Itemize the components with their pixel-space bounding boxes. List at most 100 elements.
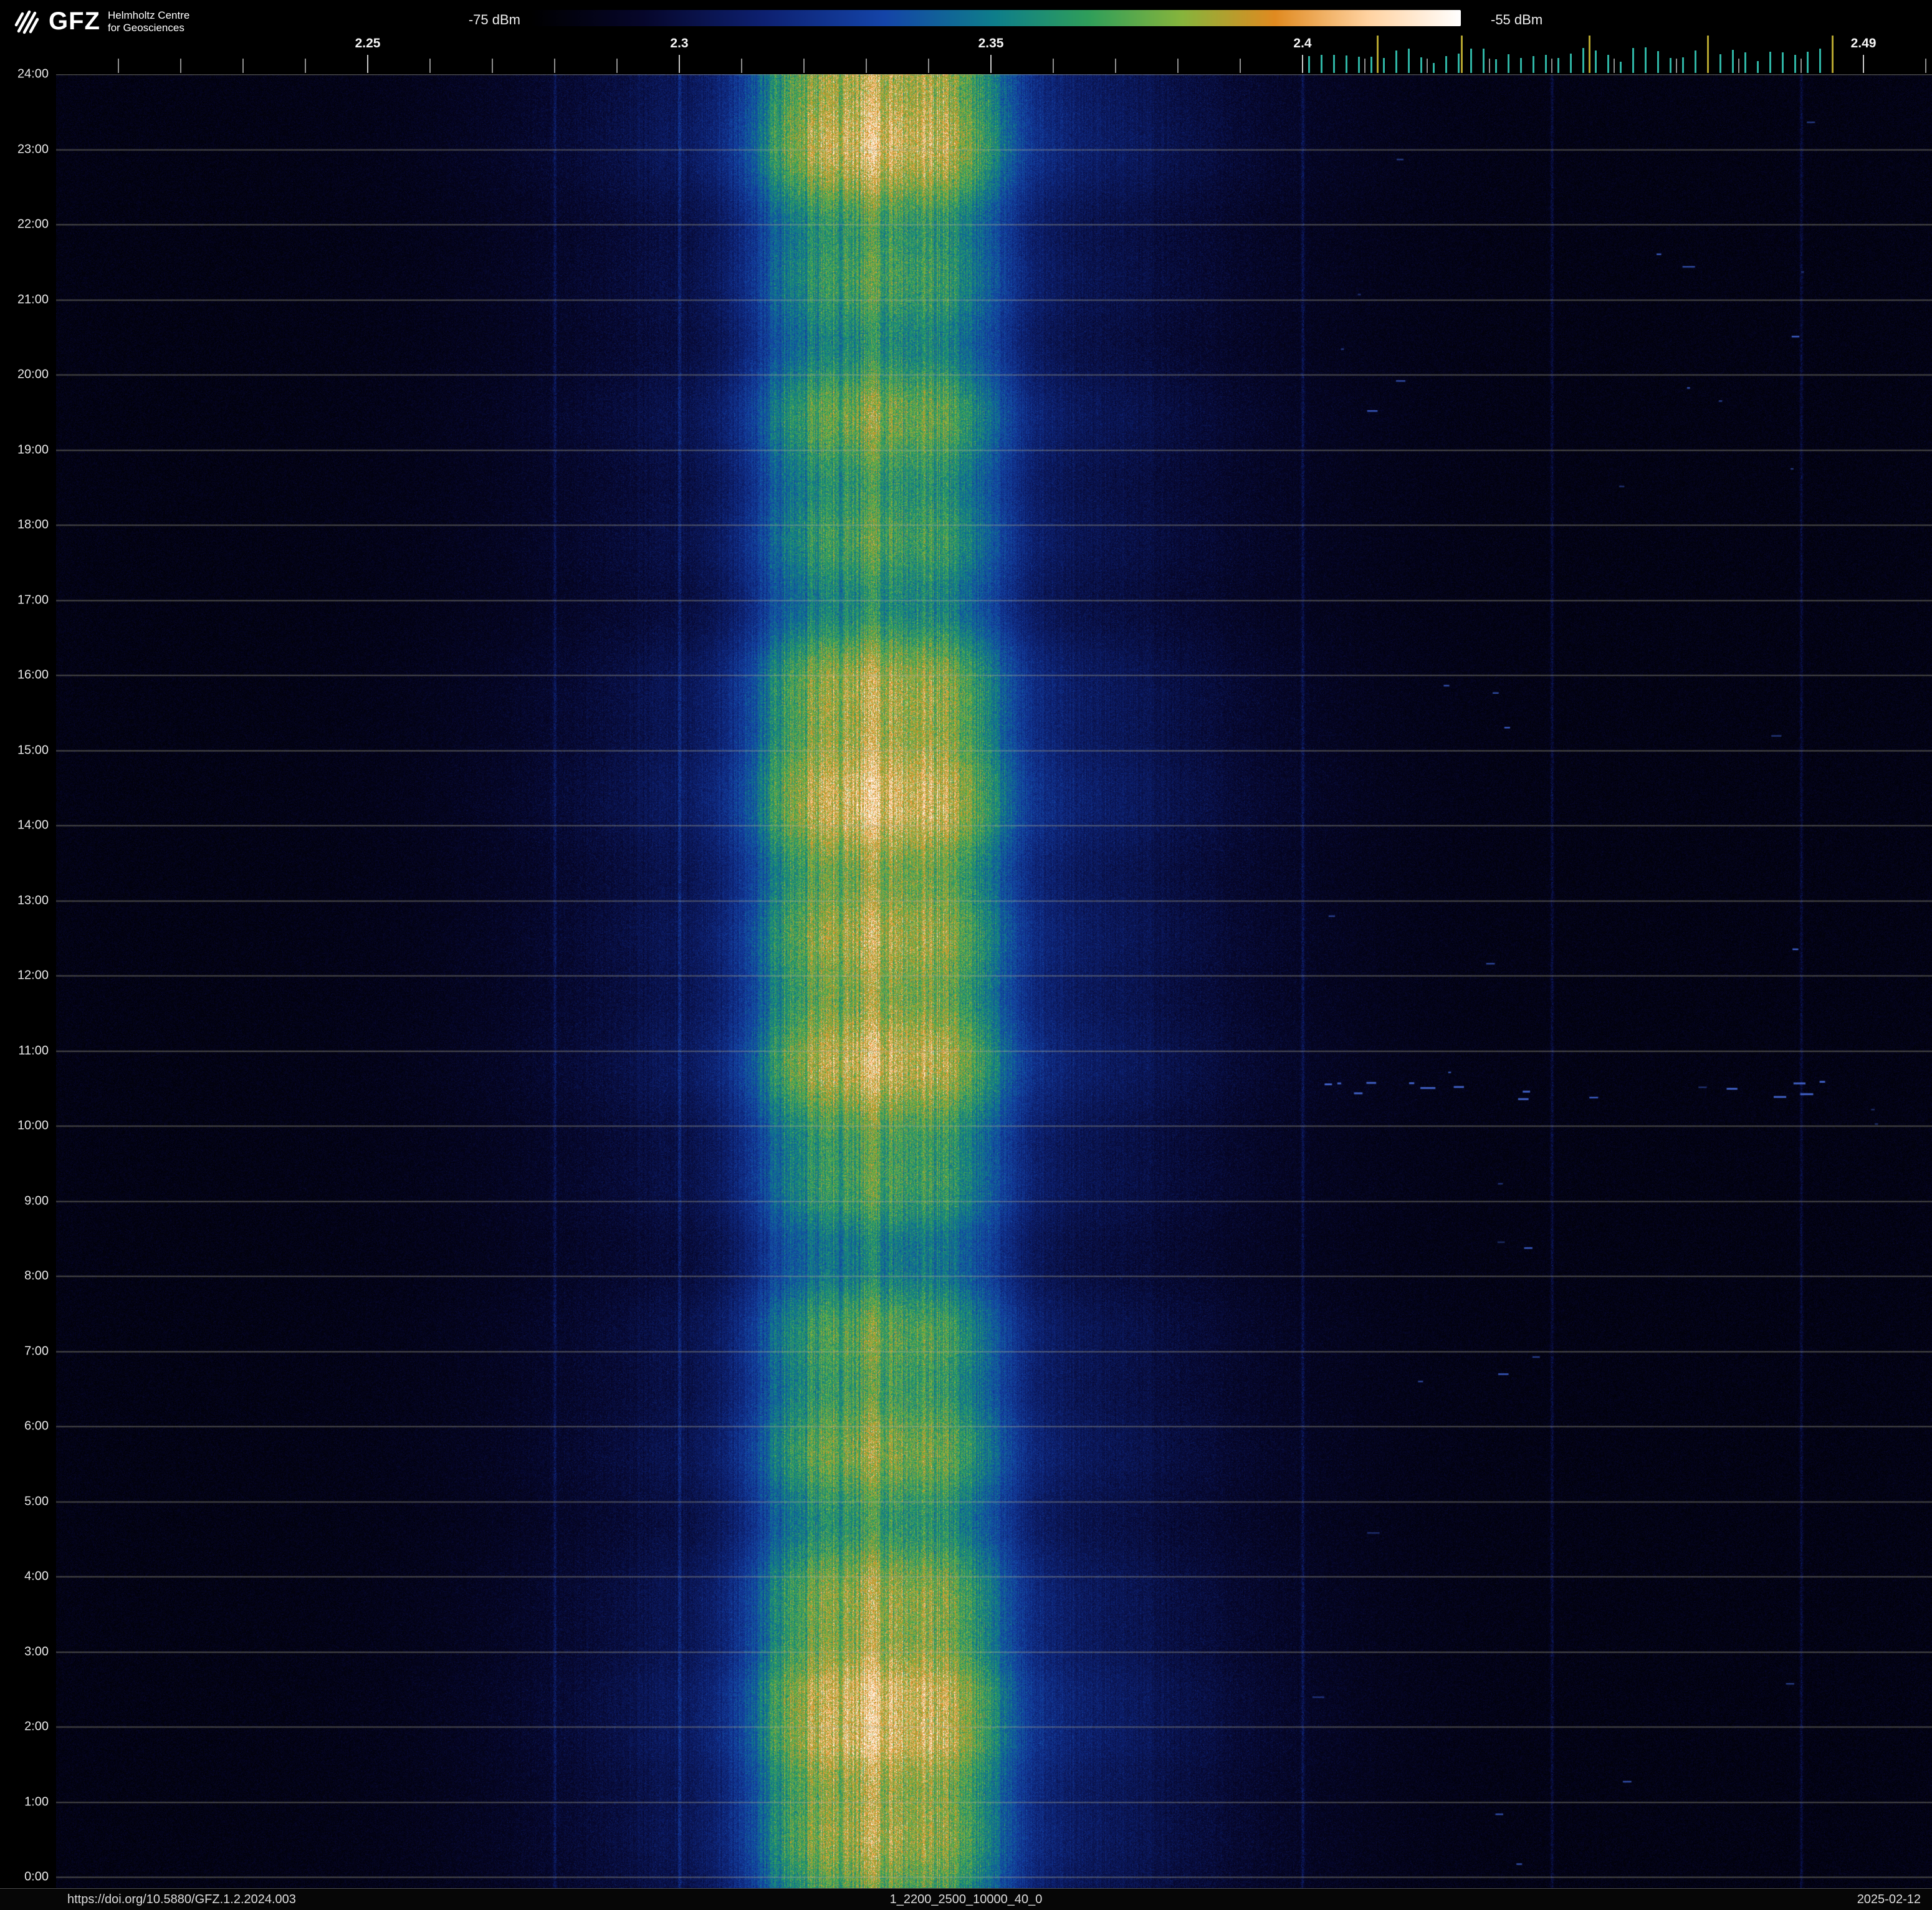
channel-marker-tick <box>1769 51 1771 73</box>
freq-minor-tick <box>242 59 244 73</box>
time-tick-label: 20:00 <box>17 367 49 382</box>
time-tick-label: 15:00 <box>17 743 49 757</box>
logo-subtitle: Helmholtz Centre for Geosciences <box>108 9 189 34</box>
time-tick-label: 19:00 <box>17 443 49 456</box>
freq-minor-tick <box>741 59 742 73</box>
channel-marker-tick <box>1483 48 1485 73</box>
freq-minor-tick <box>118 59 119 73</box>
channel-marker-tick <box>1557 57 1559 73</box>
freq-minor-tick <box>429 59 431 73</box>
time-tick-label: 1:00 <box>24 1795 49 1808</box>
freq-major-tick <box>679 55 680 73</box>
time-tick-label: 9:00 <box>24 1194 49 1207</box>
channel-marker-tick <box>1595 50 1597 73</box>
highlighted-channel-tick <box>1589 36 1590 73</box>
colorbar-max-label: -55 dBm <box>1491 12 1543 27</box>
time-tick-label: 6:00 <box>24 1419 49 1433</box>
spectrogram-page: GFZ Helmholtz Centre for Geosciences -75… <box>0 0 1932 1910</box>
freq-minor-tick <box>1489 59 1490 73</box>
freq-major-tick <box>367 55 368 73</box>
time-tick-label: 22:00 <box>17 217 49 231</box>
freq-minor-tick <box>180 59 181 73</box>
dataset-id: 1_2200_2500_10000_40_0 <box>889 1893 1043 1906</box>
channel-marker-tick <box>1794 54 1796 73</box>
freq-minor-tick <box>1115 59 1116 73</box>
channel-marker-tick <box>1632 48 1634 73</box>
freq-minor-tick <box>1177 59 1179 73</box>
colorbar <box>531 10 1461 26</box>
time-tick-label: 18:00 <box>17 517 49 532</box>
time-tick-label: 21:00 <box>17 292 49 306</box>
freq-minor-tick <box>866 59 867 73</box>
freq-minor-tick <box>305 59 306 73</box>
channel-marker-tick <box>1383 57 1385 73</box>
freq-minor-tick <box>1925 59 1926 73</box>
highlighted-channel-tick <box>1832 36 1834 73</box>
logo-subtitle-line2: for Geosciences <box>107 21 184 34</box>
freq-minor-tick <box>803 59 805 73</box>
freq-tick-label: 2.25 <box>355 36 381 50</box>
gfz-logo-icon <box>14 10 39 34</box>
channel-marker-tick <box>1620 62 1622 73</box>
channel-marker-tick <box>1757 60 1759 73</box>
channel-marker-tick <box>1370 57 1372 73</box>
doi-link[interactable]: https://doi.org/10.5880/GFZ.1.2.2024.003 <box>67 1893 296 1907</box>
time-tick-label: 4:00 <box>24 1569 49 1583</box>
channel-marker-tick <box>1732 50 1734 73</box>
freq-minor-tick <box>1427 59 1428 73</box>
highlighted-channel-tick <box>1707 36 1709 73</box>
time-tick-label: 3:00 <box>24 1644 49 1658</box>
channel-marker-tick <box>1545 54 1547 73</box>
channel-marker-tick <box>1308 56 1310 73</box>
time-tick-label: 24:00 <box>17 67 49 81</box>
freq-major-tick <box>1302 55 1303 73</box>
time-tick-label: 8:00 <box>24 1269 49 1283</box>
channel-marker-tick <box>1657 50 1659 73</box>
freq-tick-label: 2.4 <box>1293 36 1312 50</box>
freq-minor-tick <box>1676 59 1677 73</box>
channel-marker-tick <box>1520 58 1522 73</box>
time-tick-label: 17:00 <box>17 593 49 607</box>
channel-marker-tick <box>1719 54 1721 73</box>
freq-minor-tick <box>1364 59 1365 73</box>
time-tick-label: 0:00 <box>24 1869 49 1884</box>
freq-minor-tick <box>1053 59 1054 73</box>
freq-minor-tick <box>928 59 929 73</box>
time-tick-label: 16:00 <box>17 668 49 682</box>
channel-marker-tick <box>1645 47 1647 73</box>
channel-marker-tick <box>1433 62 1435 73</box>
freq-major-tick <box>1863 55 1864 73</box>
freq-minor-tick <box>1240 59 1241 73</box>
time-tick-label: 10:00 <box>17 1118 49 1133</box>
time-tick-label: 14:00 <box>17 818 49 832</box>
freq-minor-tick <box>1738 59 1739 73</box>
logo-brand: GFZ <box>49 7 100 35</box>
date-label: 2025-02-12 <box>1857 1893 1921 1906</box>
time-tick-label: 13:00 <box>17 893 49 907</box>
gfz-logo: GFZ Helmholtz Centre for Geosciences <box>12 7 189 36</box>
channel-marker-tick <box>1470 48 1472 73</box>
footer: https://doi.org/10.5880/GFZ.1.2.2024.003… <box>0 1888 1932 1910</box>
freq-minor-tick <box>492 59 493 73</box>
freq-minor-tick <box>1800 59 1802 73</box>
freq-minor-tick <box>1551 59 1552 73</box>
channel-marker-tick <box>1508 54 1509 73</box>
logo-subtitle-line1: Helmholtz Centre <box>107 9 190 21</box>
channel-marker-tick <box>1607 55 1609 73</box>
channel-marker-tick <box>1408 48 1410 73</box>
freq-tick-label: 2.35 <box>978 36 1004 50</box>
channel-marker-tick <box>1333 54 1335 73</box>
spectrogram-canvas <box>56 74 1932 1888</box>
channel-marker-tick <box>1695 50 1696 73</box>
channel-marker-tick <box>1582 48 1584 73</box>
channel-marker-tick <box>1420 57 1422 73</box>
channel-marker-tick <box>1395 50 1397 73</box>
channel-marker-tick <box>1321 55 1322 73</box>
time-tick-label: 11:00 <box>18 1044 49 1057</box>
channel-marker-tick <box>1495 59 1497 73</box>
freq-tick-label: 2.49 <box>1850 36 1877 50</box>
channel-marker-tick <box>1819 48 1821 73</box>
time-tick-label: 2:00 <box>24 1719 49 1734</box>
highlighted-channel-tick <box>1377 36 1379 73</box>
channel-marker-tick <box>1346 55 1347 73</box>
